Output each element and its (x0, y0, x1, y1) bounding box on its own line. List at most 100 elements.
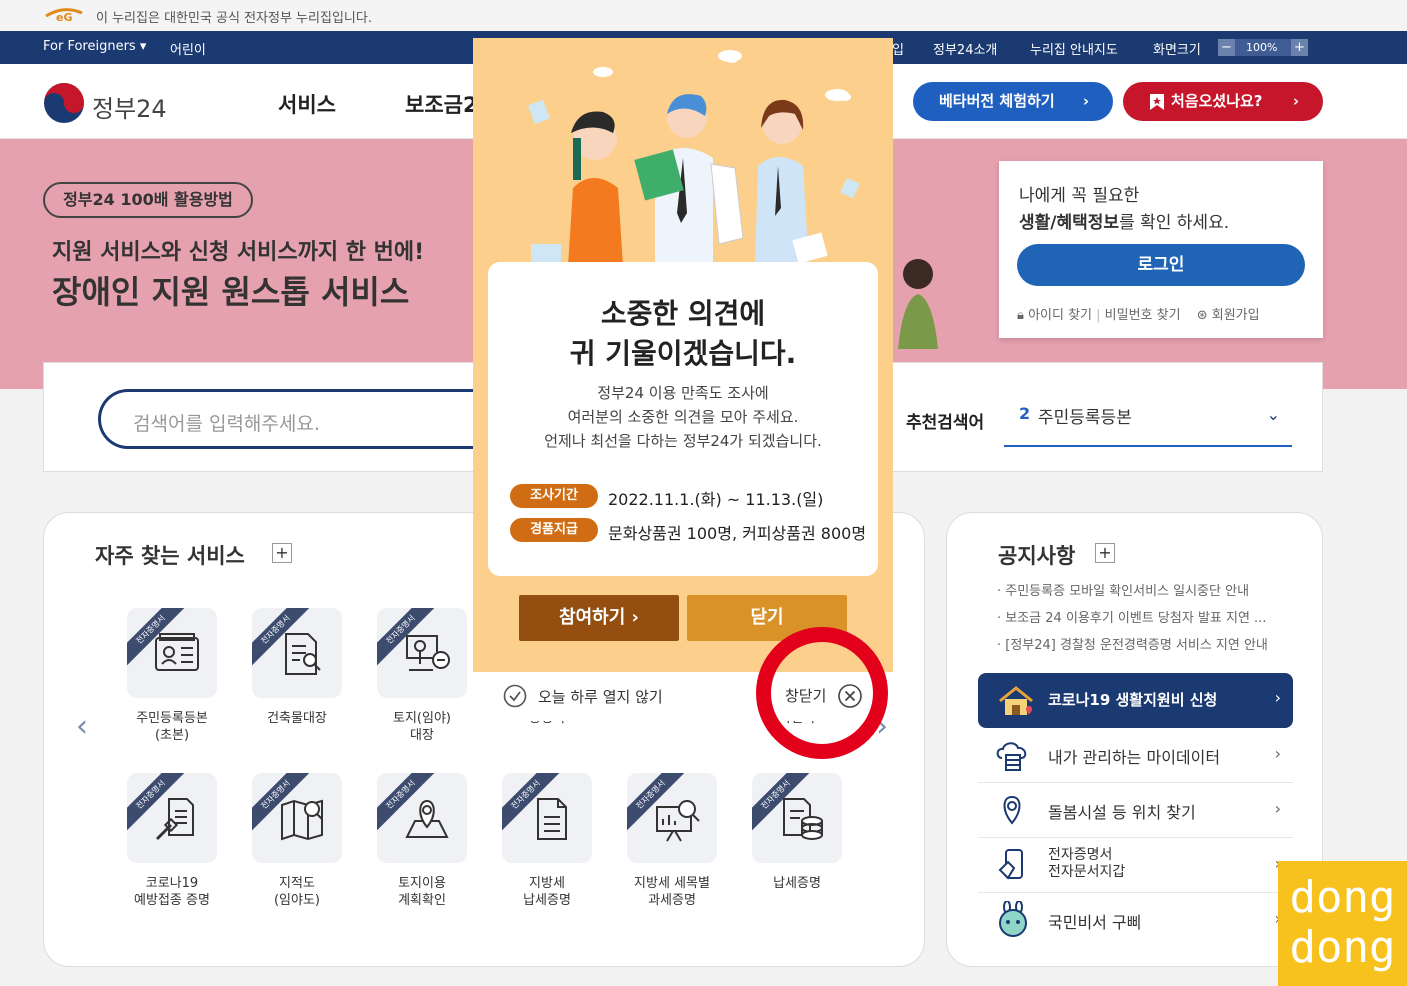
phone-document-icon (998, 849, 1023, 880)
egov-logo-icon: eG (45, 8, 83, 23)
notice-item[interactable]: · [정부24] 경찰청 운전경력증명 서비스 지연 안내 (997, 634, 1268, 653)
notice-more-button[interactable]: + (1095, 543, 1115, 563)
for-foreigners-link[interactable]: For Foreigners ▾ (43, 39, 146, 54)
survey-desc-line2: 여러분의 소중한 의견을 모아 주세요. (567, 408, 799, 426)
chevron-right-icon: › (1274, 688, 1281, 707)
highlight-circle-annotation (756, 627, 888, 759)
e-document-wallet-link[interactable]: 전자증명서 전자문서지갑 › (978, 838, 1293, 893)
survey-card: 소중한 의견에 귀 기울이겠습니다. 정부24 이용 만족도 조사에 여러분의 … (488, 262, 878, 576)
care-facility-label: 돌봄시설 등 위치 찾기 (1048, 803, 1196, 822)
zoom-out-button[interactable]: − (1218, 39, 1235, 56)
login-links: 🔒︎ 아이디 찾기 | 비밀번호 찾기 ⊛ 회원가입 (1017, 308, 1260, 323)
id-card-icon (155, 633, 199, 671)
syringe-document-icon (155, 798, 194, 841)
first-visit-button[interactable]: 처음오셨나요? › (1123, 82, 1323, 121)
service-tax-payment-certificate[interactable]: 전자증명서 납세증명 (737, 773, 847, 903)
first-visit-label: 처음오셨나요? (1171, 92, 1263, 110)
document-icon (537, 798, 567, 840)
map-search-icon (281, 799, 323, 841)
hero-character-illustration (898, 259, 938, 349)
watermark-line2: dong (1289, 922, 1396, 973)
util-link-partial[interactable]: 입 (892, 39, 904, 58)
notice-panel: 공지사항 + · 주민등록증 모바일 확인서비스 일시중단 안내 · 보조금 2… (946, 512, 1323, 967)
service-cadastral-map[interactable]: 전자증명서 지적도 (임야도) (237, 773, 347, 908)
covid-support-label: 코로나19 생활지원비 신청 (1048, 691, 1218, 709)
brand-logo[interactable]: 정부24 (42, 81, 172, 125)
house-heart-icon (999, 686, 1033, 715)
mydata-link[interactable]: 내가 관리하는 마이데이터 › (978, 728, 1293, 783)
notice-item[interactable]: · 보조금 24 이용후기 이벤트 당첨자 발표 지연 ... (997, 607, 1266, 626)
dongdong-watermark: dong dong (1278, 861, 1407, 986)
notice-item[interactable]: · 주민등록증 모바일 확인서비스 일시중단 안내 (997, 580, 1249, 599)
survey-title-line2: 귀 기울이겠습니다. (569, 337, 797, 370)
service-label: 지방세 세목별 과세증명 (634, 876, 710, 908)
brand-name: 정부24 (92, 95, 167, 123)
hero-tag-button[interactable]: 정부24 100배 활용방법 (43, 182, 253, 218)
document-search-icon (285, 633, 321, 675)
service-local-tax-payment[interactable]: 전자증명서 지방세 납세증명 (487, 773, 597, 908)
service-local-tax-assessment[interactable]: 전자증명서 지방세 세목별 과세증명 (612, 773, 722, 908)
zoom-control: − 100% + (1218, 39, 1308, 56)
gnb-subsidy[interactable]: 보조금2 (405, 89, 478, 119)
map-pin-icon (405, 799, 449, 838)
join-link[interactable]: 회원가입 (1212, 308, 1260, 323)
service-tile: 전자증명서 (377, 773, 467, 863)
join-survey-button[interactable]: 참여하기 › (519, 595, 679, 641)
service-label: 건축물대장 (267, 711, 327, 726)
service-covid-vaccination[interactable]: 전자증명서 코로나19 예방접종 증명 (112, 773, 222, 908)
gubbi-mascot-icon (999, 901, 1027, 937)
survey-illustration (528, 50, 860, 266)
gubbi-label: 국민비서 구삐 (1048, 913, 1142, 932)
bookmark-star-icon (1150, 94, 1164, 110)
service-label: 지적도 (임야도) (273, 876, 321, 908)
lock-icon: 🔒︎ (1017, 308, 1024, 323)
gov-notice-bar: eG 이 누리집은 대한민국 공식 전자정부 누리집입니다. (0, 0, 1407, 31)
service-building-register[interactable]: 전자증명서 건축물대장 (237, 608, 347, 738)
chart-search-icon (656, 800, 700, 842)
chevron-down-icon: ⌄ (1266, 405, 1280, 424)
chevron-right-icon: › (1274, 799, 1281, 818)
sitemap-link[interactable]: 누리집 안내지도 (1030, 39, 1118, 58)
login-box: 나에게 꼭 필요한 생활/혜택정보를 확인 하세요. 로그인 🔒︎ 아이디 찾기… (999, 161, 1323, 338)
check-circle-icon[interactable] (503, 684, 527, 708)
service-label: 주민등록등본 (초본) (136, 711, 208, 743)
gov24-intro-link[interactable]: 정부24소개 (933, 39, 997, 58)
care-facility-link[interactable]: 돌봄시설 등 위치 찾기 › (978, 783, 1293, 838)
service-label: 지방세 납세증명 (523, 876, 571, 908)
svg-text:eG: eG (56, 11, 73, 23)
dont-show-today-label[interactable]: 오늘 하루 열지 않기 (538, 686, 663, 707)
survey-desc-line3: 언제나 최선을 다하는 정부24가 되겠습니다. (544, 432, 822, 450)
service-resident-registration[interactable]: 전자증명서 주민등록등본 (초본) (112, 608, 222, 743)
find-password-link[interactable]: 비밀번호 찾기 (1105, 308, 1181, 323)
find-id-link[interactable]: 아이디 찾기 (1028, 308, 1092, 323)
login-line2: 생활/혜택정보를 확인 하세요. (1019, 213, 1230, 233)
recommend-dropdown[interactable]: 2 주민등록등본 ⌄ (1004, 391, 1292, 447)
carousel-prev-icon[interactable]: ‹ (76, 709, 88, 744)
covid-support-button[interactable]: 코로나19 생활지원비 신청 › (978, 673, 1293, 728)
cloud-database-icon (996, 742, 1027, 771)
zoom-value: 100% (1246, 41, 1278, 54)
service-land-use-plan[interactable]: 전자증명서 토지이용 계획확인 (362, 773, 472, 908)
chevron-right-icon: › (1082, 92, 1089, 110)
hero-title: 장애인 지원 원스톱 서비스 (52, 273, 410, 311)
zoom-in-button[interactable]: + (1291, 39, 1308, 56)
beta-button[interactable]: 베타버전 체험하기 › (913, 82, 1113, 121)
recommend-term: 주민등록등본 (1038, 408, 1132, 428)
service-land-register[interactable]: 전자증명서 토지(임야) 대장 (362, 608, 472, 743)
search-input[interactable]: 검색어를 입력해주세요. (98, 389, 518, 449)
gubbi-link[interactable]: 국민비서 구삐 › (978, 893, 1293, 948)
service-label: 토지이용 계획확인 (398, 876, 446, 908)
login-button[interactable]: 로그인 (1017, 244, 1305, 286)
frequent-more-button[interactable]: + (272, 543, 292, 563)
mydata-label: 내가 관리하는 마이데이터 (1048, 748, 1221, 767)
hero-subtitle: 지원 서비스와 신청 서비스까지 한 번에! (52, 240, 425, 265)
recommend-label: 추천검색어 (906, 413, 985, 433)
gov-notice-text: 이 누리집은 대한민국 공식 전자정부 누리집입니다. (96, 11, 372, 26)
e-document-wallet-label: 전자증명서 전자문서지갑 (1048, 847, 1126, 880)
survey-desc-line1: 정부24 이용 만족도 조사에 (597, 384, 769, 402)
kids-link[interactable]: 어린이 (170, 39, 206, 58)
beta-button-label: 베타버전 체험하기 (939, 92, 1055, 110)
service-label: 코로나19 예방접종 증명 (134, 876, 210, 908)
survey-modal: 소중한 의견에 귀 기울이겠습니다. 정부24 이용 만족도 조사에 여러분의 … (473, 38, 893, 721)
gnb-services[interactable]: 서비스 (278, 89, 336, 119)
